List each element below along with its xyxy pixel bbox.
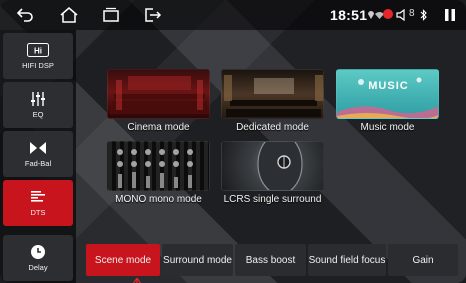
app-window: 18:51 8 Hi HIFI DSP EQ Fad-Bal DTS Delay… xyxy=(0,0,466,283)
mode-label: Music mode xyxy=(360,122,415,133)
tab-sound-field-focus[interactable]: Sound field focus xyxy=(308,244,386,276)
battery-level: 8 xyxy=(409,8,415,19)
tab-bass-boost[interactable]: Bass boost xyxy=(235,244,306,276)
sidebar-item-fad-bal[interactable]: Fad-Bal xyxy=(3,131,73,177)
hifi-icon: Hi xyxy=(27,42,49,58)
dts-icon xyxy=(30,189,46,205)
fader-balance-icon xyxy=(29,140,47,156)
dedicated-thumbnail xyxy=(221,69,324,119)
music-thumb-text: MUSIC xyxy=(368,80,409,92)
mode-card-mono[interactable]: MONO mono mode xyxy=(107,141,210,205)
clock-icon xyxy=(30,244,46,260)
sidebar-item-label: EQ xyxy=(32,110,44,119)
sidebar-item-delay[interactable]: Delay xyxy=(3,235,73,281)
sidebar-item-eq[interactable]: EQ xyxy=(3,82,73,128)
cursor-icon xyxy=(131,274,143,283)
tab-surround-mode[interactable]: Surround mode xyxy=(162,244,233,276)
tab-bar: Scene mode Surround mode Bass boost Soun… xyxy=(80,244,462,278)
mode-label: MONO mono mode xyxy=(115,194,202,205)
bluetooth-icon xyxy=(419,5,429,25)
music-thumbnail: MUSIC xyxy=(336,69,439,119)
exit-icon[interactable] xyxy=(142,5,164,25)
sidebar-item-label: DTS xyxy=(30,208,46,217)
sidebar-item-label: Delay xyxy=(28,263,48,272)
recent-apps-icon[interactable] xyxy=(100,5,122,25)
sidebar-item-hifi-dsp[interactable]: Hi HIFI DSP xyxy=(3,33,73,79)
home-icon[interactable] xyxy=(58,5,80,25)
mode-card-dedicated[interactable]: Dedicated mode xyxy=(221,69,324,133)
clock: 18:51 xyxy=(330,7,368,23)
sidebar-item-label: Fad-Bal xyxy=(24,159,52,168)
sidebar: Hi HIFI DSP EQ Fad-Bal DTS Delay xyxy=(0,30,76,283)
mode-card-lcrs[interactable]: LCRS single surround xyxy=(221,141,324,205)
record-icon xyxy=(383,9,393,19)
mono-thumbnail xyxy=(107,141,210,191)
mode-label: LCRS single surround xyxy=(223,194,322,205)
tab-scene-mode[interactable]: Scene mode xyxy=(86,244,160,276)
status-bar: 18:51 8 xyxy=(0,0,466,30)
mode-card-cinema[interactable]: Cinema mode xyxy=(107,69,210,133)
mode-card-music[interactable]: MUSIC Music mode xyxy=(336,69,439,133)
eq-sliders-icon xyxy=(30,91,46,107)
pause-icon[interactable] xyxy=(443,5,457,25)
cinema-thumbnail xyxy=(107,69,210,119)
back-arrow-icon[interactable] xyxy=(14,5,36,25)
sidebar-item-dts[interactable]: DTS xyxy=(3,180,73,226)
tab-gain[interactable]: Gain xyxy=(388,244,458,276)
lcrs-thumbnail xyxy=(221,141,324,191)
volume-icon xyxy=(396,5,408,25)
mode-label: Dedicated mode xyxy=(236,122,309,133)
svg-text:Hi: Hi xyxy=(34,47,42,56)
sidebar-item-label: HIFI DSP xyxy=(22,61,54,70)
mode-label: Cinema mode xyxy=(127,122,190,133)
